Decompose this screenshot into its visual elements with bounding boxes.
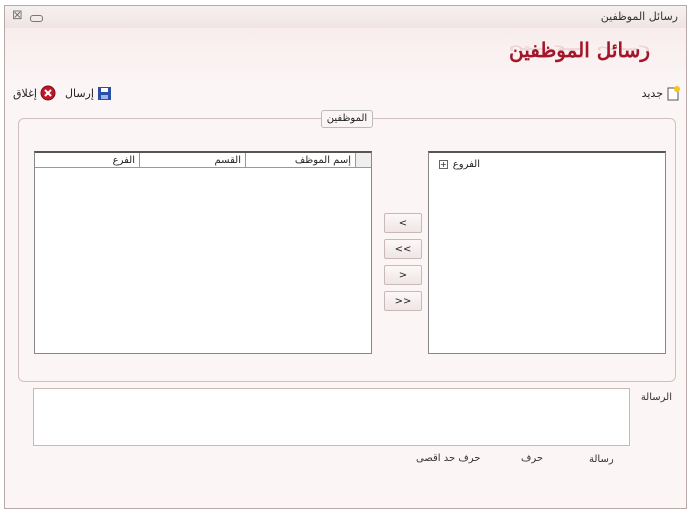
move-left-button[interactable]: < — [384, 213, 422, 233]
column-header-department[interactable]: القسم — [140, 153, 246, 168]
send-label: إرسال — [65, 86, 94, 100]
close-button[interactable]: إغلاق — [13, 84, 56, 102]
message-input[interactable] — [33, 388, 630, 446]
employees-group-title: الموظفين — [321, 110, 373, 128]
minimize-icon[interactable] — [30, 15, 43, 22]
new-document-icon — [667, 86, 680, 101]
send-button[interactable]: إرسال — [65, 84, 112, 102]
main-window: ⊠ رسائل الموظفين رسائل الموظفين رسائل ال… — [4, 5, 687, 509]
page-title-reflection: رسائل الموظفين — [508, 45, 650, 60]
move-all-left-button[interactable]: << — [384, 239, 422, 259]
branches-tree[interactable]: + الفروع — [428, 151, 666, 354]
char-count-label: حرف — [521, 453, 544, 464]
page-header: رسائل الموظفين رسائل الموظفين — [5, 28, 686, 83]
move-right-button[interactable]: > — [384, 265, 422, 285]
close-circle-icon — [40, 85, 56, 101]
column-header-employee-name[interactable]: إسم الموظف — [246, 153, 356, 168]
new-label: جديد — [641, 86, 663, 100]
move-all-right-button[interactable]: >> — [384, 291, 422, 311]
message-count-label: رسالة — [589, 454, 614, 465]
max-char-label: حرف حد اقصى — [416, 453, 481, 464]
title-bar: ⊠ رسائل الموظفين — [5, 6, 686, 29]
save-disk-icon — [97, 86, 111, 100]
column-header-branch[interactable]: الفرع — [35, 153, 140, 168]
close-window-icon[interactable]: ⊠ — [12, 8, 23, 23]
window-title: رسائل الموظفين — [600, 10, 678, 23]
tree-item-label: الفروع — [452, 159, 480, 170]
employees-table[interactable]: الفرع القسم إسم الموظف — [34, 151, 372, 354]
message-label: الرسالة — [640, 392, 672, 403]
expand-icon[interactable]: + — [438, 160, 448, 169]
tree-item-branches[interactable]: + الفروع — [438, 159, 480, 170]
close-label: إغلاق — [13, 86, 37, 100]
select-all-icon[interactable] — [356, 153, 371, 168]
new-button[interactable]: جديد — [642, 84, 680, 102]
